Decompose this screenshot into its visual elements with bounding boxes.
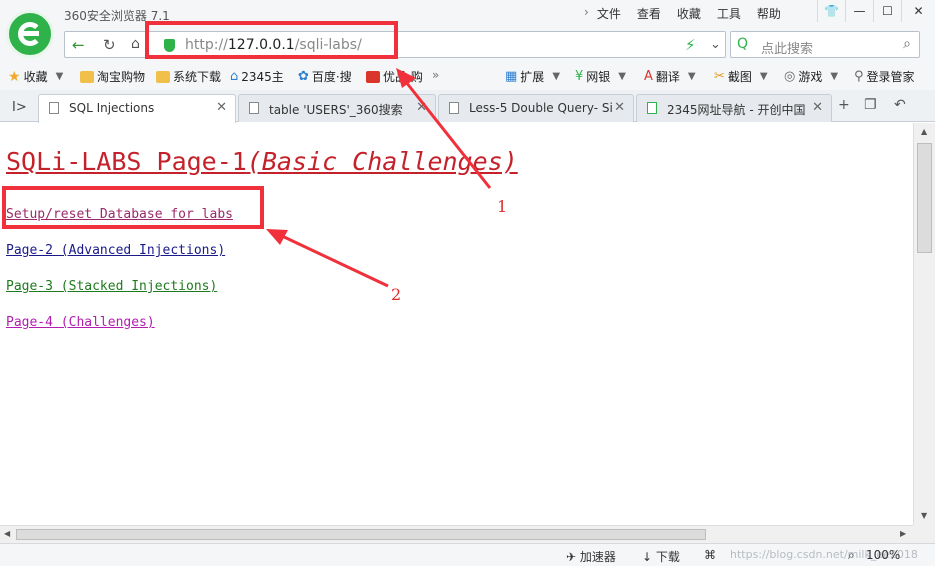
status-bar: ✈ 加速器 ↓ 下载 https://blog.csdn.net/milk_ee… <box>0 543 935 566</box>
grid-icon: ▦ <box>505 69 518 84</box>
tab-close-icon[interactable]: ✕ <box>216 100 227 115</box>
bookmarks-bar: ★ 收藏 ▼ 淘宝购物 系统下载 ⌂ 2345主 ✿ 百度·搜 优品·购 » ▦ 扩展 ▼ … <box>0 62 935 90</box>
more-bookmarks-icon[interactable]: » <box>432 68 439 82</box>
back-arrow-icon[interactable]: ← <box>72 36 85 54</box>
horizontal-scrollbar[interactable]: ◀ ▶ <box>0 525 913 543</box>
home-icon[interactable]: ⌂ <box>131 36 140 52</box>
address-row: ← ↻ ⌂ http://127.0.0.1/sqli-labs/ ⚡ ⌄ Q … <box>0 28 935 62</box>
key-icon: ⚲ <box>854 69 864 84</box>
yen-icon: ¥ <box>575 69 584 84</box>
chevron-down-icon[interactable]: ▼ <box>56 71 64 82</box>
toolbar-login-manager[interactable]: ⚲ 登录管家 <box>854 68 915 85</box>
scroll-corner <box>913 525 935 543</box>
scroll-left-icon[interactable]: ◀ <box>4 529 10 538</box>
new-tab-icon[interactable]: + <box>838 97 850 113</box>
download-icon: ↓ <box>642 550 653 564</box>
search-box[interactable]: Q 点此搜索 ⌕ <box>730 31 920 58</box>
menu-help[interactable]: 帮助 <box>757 5 781 22</box>
star-icon: ★ <box>8 68 21 85</box>
toolbar-banking[interactable]: ¥ 网银 ▼ <box>575 68 626 85</box>
bookmark-system-download[interactable]: 系统下载 <box>156 68 221 85</box>
zoom-icon[interactable]: ⌕ <box>848 548 855 563</box>
horizontal-scroll-thumb[interactable] <box>16 529 706 540</box>
accelerator-button[interactable]: ✈ 加速器 <box>566 548 616 565</box>
annotation-box-url <box>145 21 398 59</box>
tab-2345-nav[interactable]: 2345网址导航 - 开创中国 ✕ <box>636 94 832 122</box>
skin-icon[interactable]: 👕 <box>817 0 845 22</box>
search-input[interactable]: 点此搜索 <box>761 38 813 57</box>
annotation-label-2: 2 <box>391 285 402 304</box>
paw-icon: ✿ <box>298 69 309 84</box>
translate-icon: A <box>644 69 653 84</box>
maximize-button[interactable]: ☐ <box>873 0 901 22</box>
tab-close-icon[interactable]: ✕ <box>614 100 625 115</box>
chevron-down-icon[interactable]: ⌄ <box>710 37 721 52</box>
toolbar-games[interactable]: ◎ 游戏 ▼ <box>784 68 838 85</box>
tab-list-icon[interactable]: ❐ <box>864 97 877 113</box>
bookmark-taobao[interactable]: 淘宝购物 <box>80 68 145 85</box>
page-icon <box>449 102 459 114</box>
menu-tools[interactable]: 工具 <box>717 5 741 22</box>
gamepad-icon: ◎ <box>784 69 796 84</box>
annotation-label-1: 1 <box>497 197 508 216</box>
tab-sidebar-toggle-icon[interactable]: I> <box>12 100 27 115</box>
scroll-down-icon[interactable]: ▼ <box>921 511 927 520</box>
page-content: SQLi-LABS Page-1(Basic Challenges) Setup… <box>0 123 913 525</box>
scissors-icon: ✂ <box>714 69 725 84</box>
scroll-up-icon[interactable]: ▲ <box>921 127 927 136</box>
title-bar: 360安全浏览器 7.1 › 文件 查看 收藏 工具 帮助 👕 — ☐ ✕ <box>0 0 935 28</box>
close-button[interactable]: ✕ <box>901 0 935 22</box>
menu-view[interactable]: 查看 <box>637 5 661 22</box>
zoom-level[interactable]: 100% <box>866 548 900 562</box>
page-icon <box>49 102 59 114</box>
toolbar-screenshot[interactable]: ✂ 截图 ▼ <box>714 68 768 85</box>
tab-less-5[interactable]: Less-5 Double Query- Si ✕ <box>438 94 634 122</box>
folder-icon <box>80 70 94 83</box>
taobao-icon <box>366 70 380 83</box>
vertical-scroll-thumb[interactable] <box>917 143 932 253</box>
bookmark-baidu[interactable]: ✿ 百度·搜 <box>298 68 352 85</box>
reload-icon[interactable]: ↻ <box>103 36 116 54</box>
undo-close-tab-icon[interactable]: ↶ <box>894 97 906 113</box>
bookmark-2345[interactable]: ⌂ 2345主 <box>230 68 284 85</box>
tab-close-icon[interactable]: ✕ <box>416 100 427 115</box>
minimize-button[interactable]: — <box>845 0 873 22</box>
page-4-link[interactable]: Page-4 (Challenges) <box>6 315 155 330</box>
rocket-icon: ✈ <box>566 550 577 564</box>
browser-logo-icon <box>6 10 54 58</box>
search-icon[interactable]: ⌕ <box>903 36 911 52</box>
tab-sql-injections[interactable]: SQL Injections ✕ <box>38 94 236 123</box>
house-icon: ⌂ <box>230 69 239 84</box>
house-icon <box>647 102 657 114</box>
bookmark-favorites[interactable]: ★ 收藏 ▼ <box>8 68 63 85</box>
annotation-box-setup-link <box>2 186 264 229</box>
scroll-right-icon[interactable]: ▶ <box>900 529 906 538</box>
toolbar-translate[interactable]: A 翻译 ▼ <box>644 68 696 85</box>
tab-close-icon[interactable]: ✕ <box>812 100 823 115</box>
menu-bar: › 文件 查看 收藏 工具 帮助 <box>584 5 797 22</box>
page-2-link[interactable]: Page-2 (Advanced Injections) <box>6 243 225 258</box>
vertical-scrollbar[interactable]: ▲ ▼ <box>913 123 935 525</box>
lightning-icon[interactable]: ⚡ <box>685 36 696 54</box>
page-title: SQLi-LABS Page-1(Basic Challenges) <box>6 147 518 176</box>
window-controls: 👕 — ☐ ✕ <box>817 0 935 22</box>
folder-icon <box>156 70 170 83</box>
page-icon <box>249 102 259 114</box>
tab-table-users[interactable]: table 'USERS'_360搜索 ✕ <box>238 94 436 122</box>
bookmark-youpin[interactable]: 优品·购 <box>366 68 423 85</box>
page-3-link[interactable]: Page-3 (Stacked Injections) <box>6 279 217 294</box>
menu-file[interactable]: 文件 <box>597 5 621 22</box>
note-icon[interactable]: ⌘ <box>704 548 716 562</box>
search-engine-icon[interactable]: Q <box>737 36 748 52</box>
toolbar-extensions[interactable]: ▦ 扩展 ▼ <box>505 68 560 85</box>
menu-favorites[interactable]: 收藏 <box>677 5 701 22</box>
chevron-right-icon[interactable]: › <box>584 5 589 22</box>
download-button[interactable]: ↓ 下载 <box>642 548 680 565</box>
